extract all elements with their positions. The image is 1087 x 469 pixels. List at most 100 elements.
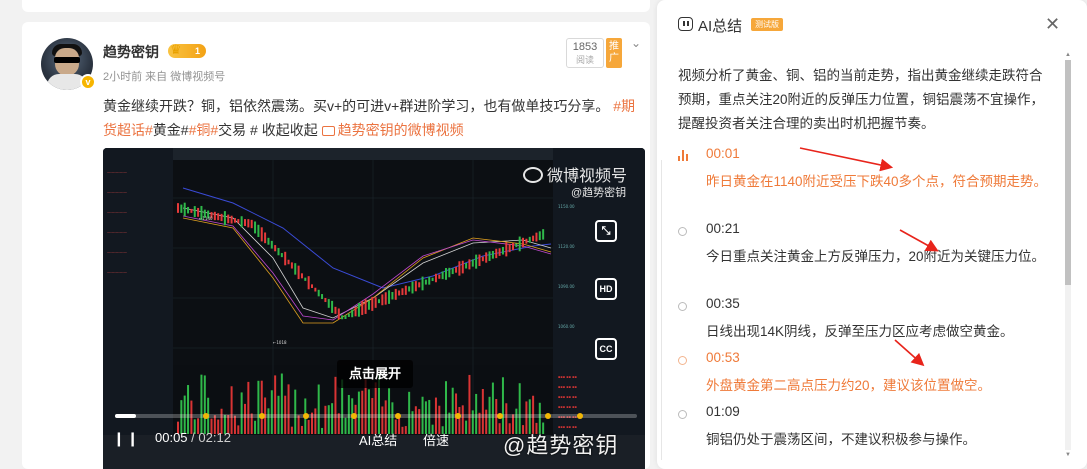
candle-mark [250,219,253,229]
volume-bar [290,426,293,434]
candle-mark [424,279,427,285]
chapter-dot[interactable] [395,413,401,419]
chapter-dot[interactable] [577,413,583,419]
candle-mark [290,262,293,269]
time-total: / 02:12 [191,430,231,445]
volume-bar [321,427,324,434]
weibo-watermark: 微博视频号 [523,162,627,186]
svg-text:▪▪▪ ▪▪ ▪▪: ▪▪▪ ▪▪ ▪▪ [558,405,577,409]
candle-mark [351,309,354,318]
candle-mark [237,219,240,224]
video-progress-bar[interactable] [115,413,637,419]
ai-summary-button[interactable]: AI总结 [359,430,397,449]
volume-bar [404,426,407,434]
candle-mark [314,287,317,292]
candle-mark [431,277,434,282]
candle-mark [193,206,196,218]
weibo-post-card: v 趋势密钥 ♛ 1 2小时前 来自 微博视频号 1853 阅读 推广 ⌄ 黄金继… [22,22,650,469]
volume-bar [327,405,330,434]
candle-mark [478,254,481,267]
volume-bar [294,389,297,434]
candle-mark [260,227,263,242]
volume-bar [481,389,484,434]
candle-mark [244,219,246,226]
candle-mark [240,216,243,228]
candle-mark [491,250,494,259]
candle-mark [183,202,186,217]
candle-mark [300,273,303,279]
post-main-text: 黄金继续开跌？铜，铝依然震荡。买v+的可进v+群进阶学习，也有做单技巧分享。 [103,98,610,114]
video-link-label: 趋势密钥的微博视频 [337,122,464,138]
candle-mark [367,300,370,310]
candle-mark [411,281,414,294]
post-tail-text: 交易 # 收起收起 [218,122,322,138]
svg-text:—————: ————— [107,270,127,275]
candle-mark [408,286,411,292]
candle-mark [277,247,280,256]
post-text: 黄金继续开跌？铜，铝依然震荡。买v+的可进v+群进阶学习，也有做单技巧分享。 #… [103,94,638,142]
svg-text:1090.00: 1090.00 [558,284,575,289]
volume-bar [445,381,447,434]
candle-mark [455,266,458,273]
hashtag-link[interactable]: #铜# [189,122,219,138]
video-link[interactable]: 趋势密钥的微博视频 [321,122,464,138]
hd-icon[interactable]: HD [595,278,617,300]
candle-mark [488,251,491,262]
read-label: 阅读 [575,55,594,65]
candle-mark [347,313,350,317]
verified-icon: v [80,74,96,90]
candle-mark [297,265,300,280]
playback-speed-button[interactable]: 倍速 [423,430,449,449]
volume-bar [270,390,273,434]
expand-tip[interactable]: 点击展开 [337,360,413,388]
timeline-text: 昨日黄金在1140附近受压下跌40多个点，符合预期走势。 [706,174,1048,189]
chapter-dot[interactable] [455,413,461,419]
close-icon[interactable]: ✕ [1045,14,1060,35]
ai-panel-body: 视频分析了黄金、铜、铝的当前走势，指出黄金继续走跌符合预期，重点关注20附近的反… [657,50,1077,469]
candle-mark [461,260,464,274]
video-player[interactable]: ————— ————— ————— ————— ————— ————— ←1140 ←1… [103,148,645,469]
post-meta: 2小时前 来自 微博视频号 [103,71,226,83]
chapter-dot[interactable] [545,413,551,419]
chevron-down-icon[interactable]: ⌄ [628,36,644,52]
volume-bar [461,405,464,434]
volume-bar [187,385,190,434]
chapter-dot[interactable] [303,413,309,419]
candle-mark [177,203,179,213]
candle-mark [321,294,324,300]
timeline-line [661,160,662,460]
candle-mark [391,292,394,300]
volume-bar [317,384,320,434]
candle-mark [418,282,421,288]
volume-bar [300,425,303,434]
timeline-time[interactable]: 01:09 [706,404,740,419]
candle-mark [267,237,270,245]
timeline-time[interactable]: 00:01 [706,146,740,161]
candle-mark [180,204,183,213]
timeline-time[interactable]: 00:35 [706,296,740,311]
volume-bar [307,419,310,434]
candle-mark [448,267,451,278]
read-count: 1853 [572,41,598,53]
chapter-dot[interactable] [497,413,503,419]
candle-mark [495,248,498,259]
chapter-dot[interactable] [351,413,357,419]
volume-bar [465,420,468,434]
subtitle-icon[interactable]: CC [595,338,617,360]
timeline-time[interactable]: 00:21 [706,221,740,236]
promote-button[interactable]: 推广 [606,38,622,68]
member-badge[interactable]: ♛ 1 [168,43,206,58]
timeline-text: 今日重点关注黄金上方反弹压力，20附近为关键压力位。 [706,249,1046,264]
candle-mark [468,259,471,270]
post-username[interactable]: 趋势密钥 [103,42,159,62]
volume-bar [331,403,334,434]
chapter-dot[interactable] [259,413,265,419]
chapter-dot[interactable] [203,413,209,419]
pause-icon[interactable]: ❙❙ [113,430,140,447]
crop-icon[interactable]: ⤡ [595,220,617,242]
candle-mark [398,290,401,296]
candle-mark [518,236,521,252]
timeline-time[interactable]: 00:53 [706,350,740,365]
candle-mark [280,253,283,258]
candle-mark [485,252,488,263]
